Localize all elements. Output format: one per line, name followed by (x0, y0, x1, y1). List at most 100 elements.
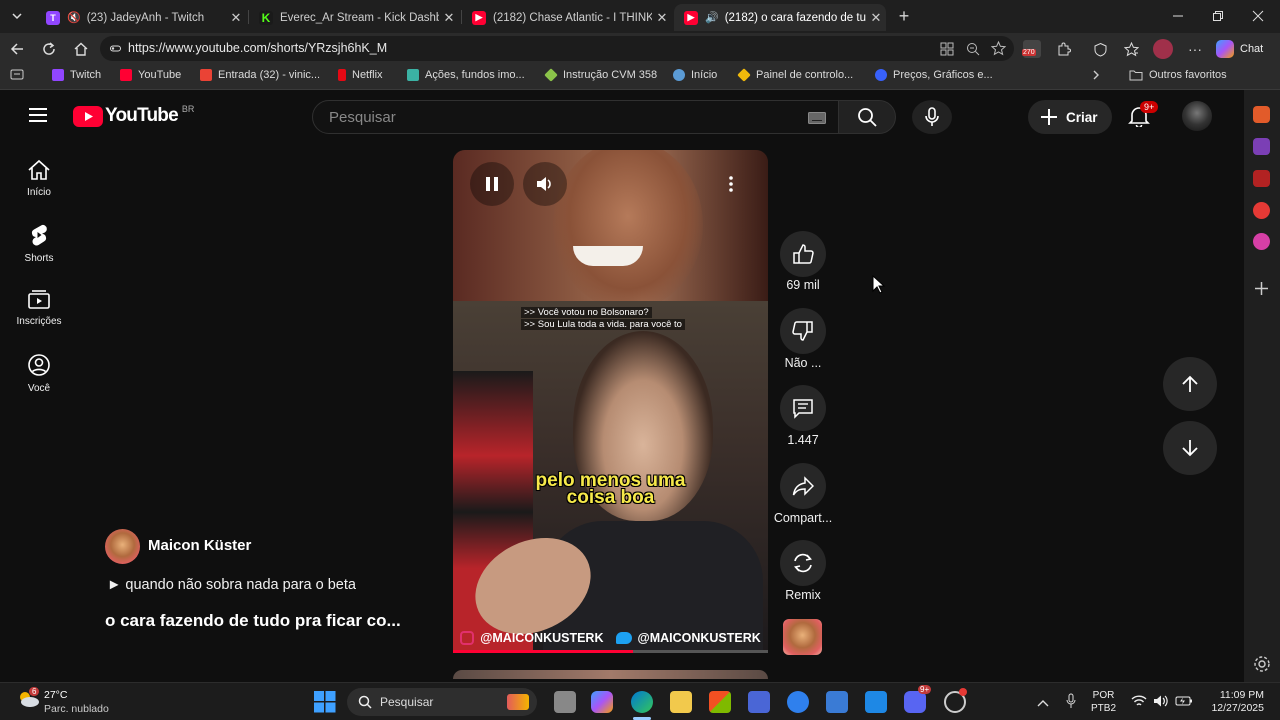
nav-you[interactable]: Você (0, 353, 78, 394)
app-available-icon[interactable] (940, 42, 954, 56)
other-favorites[interactable]: Outros favoritos (1129, 69, 1227, 81)
music-track[interactable]: ► quando não sobra nada para o beta (107, 577, 356, 593)
tab-kick[interactable]: K Everec_Ar Stream - Kick Dashboard ✕ (249, 4, 459, 31)
next-short-button[interactable] (1163, 421, 1217, 475)
keyboard-icon[interactable] (808, 112, 826, 124)
close-tab-icon[interactable]: ✕ (866, 10, 886, 26)
copilot-taskbar-icon[interactable] (591, 691, 613, 713)
minimize-icon[interactable] (1167, 5, 1189, 27)
taskbar-search[interactable]: Pesquisar (347, 688, 537, 716)
edge-browser-icon[interactable] (631, 691, 653, 713)
volume-tray-icon[interactable] (1153, 694, 1169, 713)
close-tab-icon[interactable]: ✕ (652, 10, 672, 26)
close-tab-icon[interactable]: ✕ (439, 10, 459, 26)
short-title[interactable]: o cara fazendo de tudo pra ficar co... (105, 611, 401, 631)
url-text[interactable]: https://www.youtube.com/shorts/YRzsjh6hK… (128, 41, 387, 55)
taskbar-app-2-icon[interactable] (787, 691, 809, 713)
shopping-bag-icon[interactable] (1253, 106, 1270, 123)
audio-source-thumbnail[interactable] (783, 619, 822, 655)
pause-button[interactable] (470, 162, 514, 206)
tab-chase-atlantic[interactable]: ▶ (2182) Chase Atlantic - I THINK I'M ✕ (462, 4, 672, 31)
bookmark-painel[interactable]: Painel de controlo... (737, 68, 853, 82)
create-button[interactable]: Criar (1028, 100, 1112, 134)
wifi-icon[interactable] (1131, 694, 1147, 713)
start-button[interactable] (314, 691, 336, 718)
share-button[interactable] (780, 463, 826, 509)
previous-short-button[interactable] (1163, 357, 1217, 411)
search-button[interactable] (838, 100, 896, 134)
home-icon[interactable] (70, 38, 92, 60)
more-options-icon[interactable] (721, 170, 741, 198)
comments-button[interactable] (780, 385, 826, 431)
refresh-icon[interactable] (38, 38, 60, 60)
bookmark-twitch[interactable]: Twitch (52, 69, 101, 81)
add-sidebar-app-icon[interactable] (1253, 280, 1270, 297)
address-bar[interactable]: https://www.youtube.com/shorts/YRzsjh6hK… (100, 36, 1014, 61)
photos-icon[interactable] (865, 691, 887, 713)
tray-microphone-icon[interactable] (1066, 693, 1076, 714)
microsoft-store-icon[interactable] (709, 691, 731, 713)
sidebar-settings-gear-icon[interactable] (1253, 655, 1271, 673)
file-explorer-icon[interactable] (670, 691, 692, 713)
bookmark-inicio[interactable]: Início (673, 69, 717, 81)
account-avatar[interactable] (1182, 101, 1212, 131)
bookmark-acoes[interactable]: Ações, fundos imo... (407, 69, 525, 81)
sidebar-app-s-icon[interactable] (1253, 233, 1270, 250)
bookmarks-overflow-chevron-icon[interactable] (1091, 69, 1101, 81)
browser-essentials-icon[interactable] (1089, 38, 1111, 60)
next-short-preview[interactable] (453, 670, 768, 679)
voice-search-button[interactable] (912, 100, 952, 134)
extensions-puzzle-icon[interactable] (1052, 38, 1074, 60)
volume-button[interactable] (523, 162, 567, 206)
tray-overflow-chevron-icon[interactable] (1037, 695, 1049, 713)
youtube-sidebar-icon[interactable] (1253, 202, 1270, 219)
copilot-chat-button[interactable]: Chat (1216, 38, 1272, 60)
close-window-icon[interactable] (1247, 5, 1269, 27)
remix-button[interactable] (780, 540, 826, 586)
nav-shorts[interactable]: Shorts (0, 223, 78, 264)
search-input[interactable]: Pesquisar (312, 100, 840, 134)
clock[interactable]: 11:09 PM 12/27/2025 (1204, 689, 1264, 715)
tab-active-short[interactable]: ▶ 🔊 (2182) o cara fazendo de tudo ✕ (674, 4, 886, 31)
youtube-logo[interactable]: YouTube BR (73, 104, 194, 127)
nav-home[interactable]: Início (0, 159, 78, 198)
restore-icon[interactable] (1207, 5, 1229, 27)
bookmark-gmail[interactable]: Entrada (32) - vinic... (200, 69, 320, 81)
new-tab-icon[interactable]: + (893, 5, 915, 27)
battery-icon[interactable] (1175, 694, 1193, 713)
taskbar-app-icon[interactable] (748, 691, 770, 713)
extension-badge-icon[interactable]: 270 (1021, 38, 1043, 60)
bookmark-youtube[interactable]: YouTube (120, 69, 181, 81)
dislike-button[interactable] (780, 308, 826, 354)
tab-twitch[interactable]: T 🔇 (23) JadeyAnh - Twitch ✕ (36, 4, 246, 31)
discord-icon[interactable]: 9+ (904, 685, 932, 713)
profile-avatar[interactable] (1152, 38, 1174, 60)
nav-subscriptions[interactable]: Inscrições (0, 288, 78, 327)
notifications-button[interactable]: 9+ (1128, 101, 1159, 132)
bookmark-cvm[interactable]: Instrução CVM 358 (544, 68, 657, 82)
channel-avatar[interactable] (105, 529, 140, 564)
weather-widget[interactable]: 6 27°C Parc. nublado (16, 687, 109, 715)
favorite-star-icon[interactable] (991, 41, 1006, 56)
bookmark-netflix[interactable]: Netflix (338, 69, 383, 81)
onenote-icon[interactable] (1253, 138, 1270, 155)
steam-icon[interactable] (944, 688, 967, 713)
tab-search-icon[interactable] (10, 69, 24, 81)
back-icon[interactable] (6, 38, 28, 60)
like-button[interactable] (780, 231, 826, 277)
short-video-player[interactable]: >> Você votou no Bolsonaro? >> Sou Lula … (453, 150, 768, 653)
more-menu-icon[interactable]: ··· (1184, 38, 1206, 60)
close-tab-icon[interactable]: ✕ (226, 10, 246, 26)
muted-speaker-icon[interactable]: 🔇 (67, 11, 81, 24)
tab-actions-chevron-icon[interactable] (6, 5, 28, 27)
task-view-icon[interactable] (554, 691, 576, 713)
zoom-icon[interactable] (966, 42, 980, 56)
bookmark-precos[interactable]: Preços, Gráficos e... (875, 69, 993, 81)
language-indicator[interactable]: POR PTB2 (1091, 689, 1116, 715)
taskbar-app-3-icon[interactable] (826, 691, 848, 713)
menu-hamburger-icon[interactable] (28, 107, 48, 128)
channel-name[interactable]: Maicon Küster (148, 537, 251, 554)
speaker-icon[interactable]: 🔊 (705, 11, 719, 24)
collections-icon[interactable] (1120, 38, 1142, 60)
extension-app-icon[interactable] (1253, 170, 1270, 187)
